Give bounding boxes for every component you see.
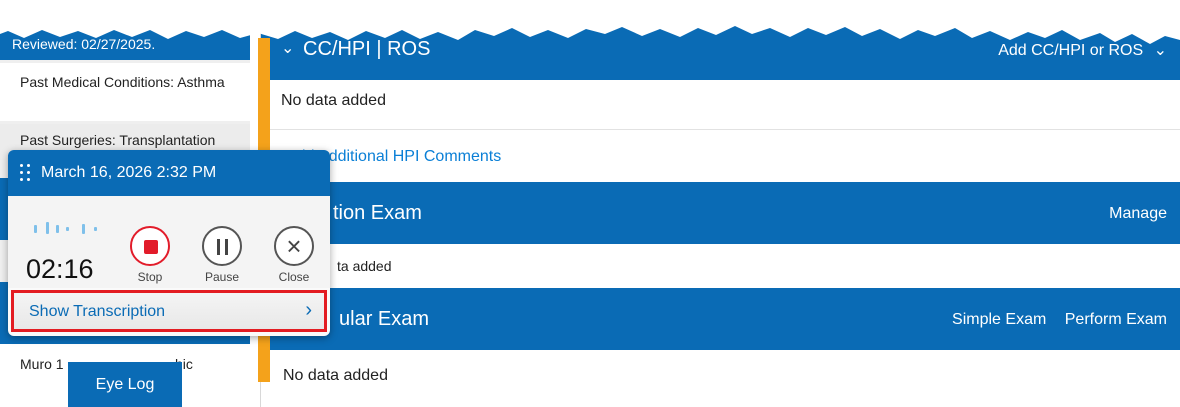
main-content: ⌄ CC/HPI | ROS Add CC/HPI or ROS ⌄ No da… (260, 0, 1180, 407)
show-transcription-button[interactable]: Show Transcription › (11, 290, 327, 332)
ocular-exam-body: No data added (261, 350, 1180, 407)
ocular-exam-section-header: ular Exam Simple Exam Perform Exam (261, 288, 1180, 350)
drag-handle-icon[interactable] (20, 164, 32, 182)
stop-label: Stop (137, 270, 163, 284)
ocular-exam-no-data: No data added (283, 367, 388, 384)
recording-widget[interactable]: March 16, 2026 2:32 PM 02:16 Stop Pause … (8, 150, 330, 336)
cc-hpi-no-data: No data added (281, 92, 386, 109)
exam-section-body: ta added (261, 244, 1180, 288)
stop-button[interactable]: Stop (128, 226, 172, 284)
stop-icon (144, 240, 158, 254)
exam-section-title: tion Exam (333, 202, 422, 224)
close-icon: × (286, 231, 302, 261)
pause-icon (202, 226, 242, 266)
muro-item-label: Muro 1 (20, 356, 64, 372)
exam-no-data: ta added (337, 258, 392, 274)
perform-exam-button[interactable]: Perform Exam (1065, 311, 1167, 328)
recording-controls: 02:16 Stop Pause × Close (8, 196, 330, 288)
cc-hpi-body: No data added (261, 80, 1180, 130)
cc-hpi-title: CC/HPI | ROS (303, 38, 431, 60)
pause-label: Pause (204, 270, 240, 284)
add-cc-hpi-label: Add CC/HPI or ROS (998, 42, 1144, 59)
exam-section-header: tion Exam Manage (261, 182, 1180, 244)
cc-hpi-section-header[interactable]: ⌄ CC/HPI | ROS Add CC/HPI or ROS ⌄ (261, 0, 1180, 80)
close-button[interactable]: × Close (272, 226, 316, 284)
hpi-comments-row: Add Additional HPI Comments (261, 130, 1180, 182)
show-transcription-label: Show Transcription (29, 303, 166, 320)
manage-exam-button[interactable]: Manage (1095, 205, 1167, 223)
recording-timer: 02:16 (26, 254, 94, 284)
pause-button[interactable]: Pause (200, 226, 244, 284)
simple-exam-button[interactable]: Simple Exam (952, 311, 1046, 328)
ocular-exam-actions: Simple Exam Perform Exam (938, 311, 1167, 329)
close-label: Close (278, 270, 310, 284)
add-cc-hpi-button[interactable]: Add CC/HPI or ROS ⌄ (984, 40, 1167, 60)
chevron-down-icon[interactable]: ⌄ (281, 38, 294, 58)
chevron-right-icon: › (305, 299, 312, 321)
eye-log-button[interactable]: Eye Log (68, 362, 182, 407)
past-medical-conditions-item[interactable]: Past Medical Conditions: Asthma (0, 63, 250, 121)
ocular-exam-title: ular Exam (339, 308, 430, 330)
recording-datetime: March 16, 2026 2:32 PM (41, 164, 217, 181)
manage-label: Manage (1109, 205, 1167, 222)
recording-widget-header[interactable]: March 16, 2026 2:32 PM (8, 150, 330, 196)
chevron-down-icon: ⌄ (1153, 42, 1167, 59)
reviewed-date-bar: Reviewed: 02/27/2025. (0, 0, 250, 60)
